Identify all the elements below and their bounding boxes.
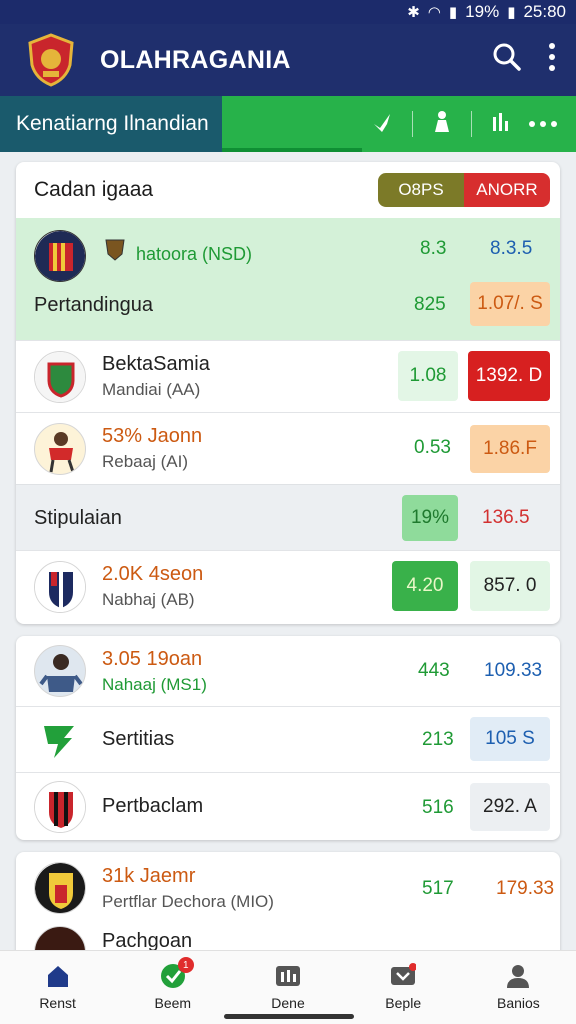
team-sub: Pertflar Dechora (MIO) — [102, 891, 274, 911]
match-card-3: 31k Jaemr Pertflar Dechora (MIO) 517 179… — [16, 852, 560, 962]
odds-cell-1[interactable]: 1.08 — [398, 351, 458, 401]
home-icon — [45, 963, 71, 989]
odds-toggle: O8PS ANORR — [378, 173, 550, 207]
notification-badge: 1 — [177, 957, 194, 973]
team-crest — [34, 780, 86, 833]
match-row[interactable]: Pertbaclam 516 292. A — [16, 772, 560, 840]
team-crest — [34, 862, 86, 914]
odds-cell-1[interactable]: 0.53 — [414, 437, 451, 459]
odds-cell-2[interactable]: 105 S — [470, 717, 550, 761]
active-tab-indicator — [222, 148, 362, 152]
match-row[interactable]: 53% Jaonn Rebaaj (AI) 0.53 1.86.F — [16, 412, 560, 484]
nav-item-home[interactable]: Renst — [0, 951, 115, 1024]
nav-item-beple[interactable]: Beple — [346, 951, 461, 1024]
featured-odds-1[interactable]: 8.3 — [420, 238, 446, 260]
featured-odds-2[interactable]: 8.3.5 — [490, 238, 532, 260]
app-title: OLAHRAGANIA — [100, 45, 291, 74]
odds-cell-1[interactable]: 4.20 — [392, 561, 458, 611]
app-logo — [22, 31, 80, 89]
more-horiz-icon[interactable] — [528, 115, 558, 133]
battery-icon: ▮ — [507, 4, 516, 21]
odds-cell-1[interactable]: 213 — [422, 729, 454, 751]
clock: 25:80 — [523, 2, 566, 21]
stats-icon — [275, 963, 301, 989]
app-bar: OLAHRAGANIA — [0, 24, 576, 96]
team-info: 31k Jaemr Pertflar Dechora (MIO) — [102, 865, 560, 912]
odds-cell-2[interactable]: 1392. D — [468, 351, 550, 401]
bottom-nav: Renst 1 Beem Dene Beple Banios — [0, 950, 576, 1024]
card-title: Cadan igaaa — [34, 178, 154, 201]
odds-cell-1[interactable]: 516 — [422, 797, 454, 819]
battery-percent: 19% — [465, 2, 500, 21]
match-card-1: Cadan igaaa O8PS ANORR hatoora (NSD) 8.3… — [16, 162, 560, 624]
match-row[interactable]: 2.0K 4seon Nabhaj (AB) 4.20 857. 0 — [16, 550, 560, 622]
nav-label: Beem — [154, 995, 192, 1011]
section-odds-1[interactable]: 19% — [402, 495, 458, 541]
odds-cell-2[interactable]: 179.33 — [496, 878, 554, 900]
nav-item-beem[interactable]: 1 Beem — [115, 951, 230, 1024]
team-crest — [34, 350, 86, 403]
odds-cell-1[interactable]: 517 — [422, 878, 454, 900]
sub-header: Kenatiarng Ilnandian — [0, 96, 576, 152]
nav-label: Renst — [39, 995, 76, 1011]
sports-ball-icon: 1 — [160, 957, 194, 989]
status-bar: ✱ ◠ ▮ 19% ▮ 25:80 — [0, 0, 576, 24]
section-odds-1[interactable]: 825 — [414, 294, 446, 316]
featured-match-row[interactable]: hatoora (NSD) 8.3 8.3.5 Pertandingua 825… — [16, 218, 560, 340]
toggle-odds[interactable]: O8PS — [378, 173, 464, 207]
section-row: Stipulaian 19% 136.5 — [16, 484, 560, 550]
featured-sub: hatoora (NSD) — [136, 244, 253, 264]
card-header: Cadan igaaa O8PS ANORR — [16, 162, 560, 218]
odds-cell-2[interactable]: 857. 0 — [470, 561, 550, 611]
section-label: Stipulaian — [34, 507, 122, 529]
match-row[interactable]: 3.05 19oan Nahaaj (MS1) 443 109.33 — [16, 636, 560, 706]
toggle-anor[interactable]: ANORR — [464, 173, 550, 207]
nav-label: Dene — [271, 995, 305, 1011]
more-vert-icon[interactable] — [548, 42, 556, 77]
player-icon[interactable] — [431, 110, 453, 139]
odds-cell-2[interactable]: 292. A — [470, 783, 550, 831]
sub-header-label[interactable]: Kenatiarng Ilnandian — [0, 96, 222, 152]
team-logo — [34, 713, 86, 766]
odds-cell-1[interactable]: 443 — [418, 660, 450, 682]
nav-label: Beple — [385, 995, 422, 1011]
section-label: Pertandingua — [34, 294, 153, 316]
stats-bar-icon[interactable] — [490, 111, 510, 138]
bluetooth-icon: ✱ — [407, 4, 420, 21]
section-odds-2[interactable]: 1.07/. S — [470, 282, 550, 326]
profile-icon — [505, 963, 531, 989]
match-row[interactable]: Sertitias 213 105 S — [16, 706, 560, 772]
team-crest — [34, 560, 86, 613]
small-crest-icon — [104, 238, 126, 267]
team-crest — [34, 230, 86, 282]
ticket-icon — [390, 963, 418, 989]
odds-cell-2[interactable]: 1.86.F — [470, 425, 550, 473]
sub-header-actions — [222, 96, 576, 152]
search-icon[interactable] — [492, 42, 522, 77]
match-card-2: 3.05 19oan Nahaaj (MS1) 443 109.33 Serti… — [16, 636, 560, 840]
divider — [412, 111, 413, 137]
hand-icon[interactable] — [370, 110, 394, 139]
wifi-icon: ◠ — [427, 4, 441, 21]
team-name: 31k Jaemr — [102, 864, 196, 887]
odds-cell-2[interactable]: 109.33 — [484, 660, 542, 682]
player-avatar — [34, 645, 86, 697]
nav-item-banios[interactable]: Banios — [461, 951, 576, 1024]
section-odds-2[interactable]: 136.5 — [482, 507, 530, 529]
divider — [471, 111, 472, 137]
player-avatar — [34, 422, 86, 475]
home-indicator[interactable] — [224, 1014, 354, 1019]
signal-icon: ▮ — [448, 4, 458, 21]
match-row[interactable]: 31k Jaemr Pertflar Dechora (MIO) 517 179… — [16, 852, 560, 924]
match-row[interactable]: BektaSamia Mandiai (AA) 1.08 1392. D — [16, 340, 560, 412]
nav-label: Banios — [497, 995, 540, 1011]
